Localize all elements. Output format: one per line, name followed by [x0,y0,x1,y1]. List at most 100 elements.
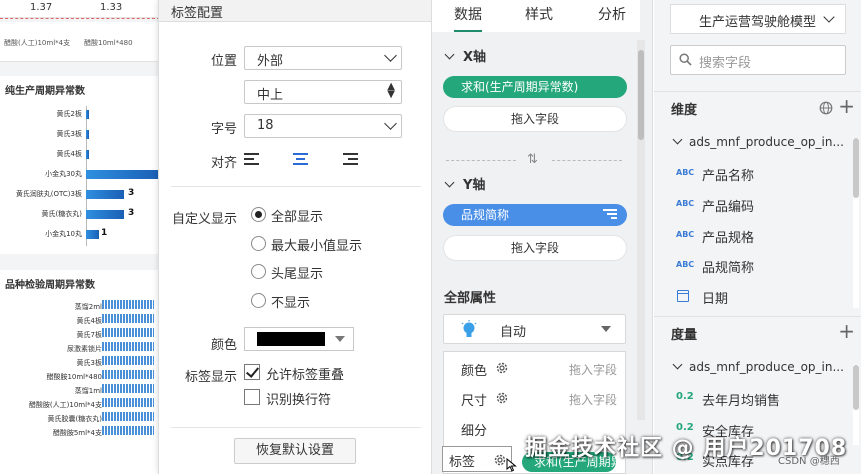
bar-category: 蒸馏1ml [74,387,102,395]
number-type-icon: 0.2 [676,391,694,402]
bar-row[interactable]: 小金丸30丸 [0,167,160,181]
radio-dot [251,264,266,279]
bar-row[interactable]: 黄氏3板 [0,127,160,141]
divider [446,160,516,161]
y-axis-field-pill[interactable]: 品规简称 [443,204,627,226]
gear-icon[interactable] [495,391,509,405]
x-axis-title: X轴 [463,50,487,65]
x-axis-drop-zone[interactable]: 拖入字段 [443,106,627,132]
bar-row[interactable]: 黄氏2板 [0,107,160,121]
bar-category: 小金丸10丸 [45,230,82,238]
x-axis-section[interactable]: X轴 [444,46,486,65]
add-dimension-icon[interactable]: + [838,96,855,116]
bar-row[interactable]: 醋酸胺5ml*4支 [0,426,160,440]
color-picker[interactable] [244,327,354,351]
tab-analysis[interactable]: 分析 [598,4,626,24]
bar-row[interactable]: 黄氏胶囊(糖衣丸) [0,412,160,426]
legend-row: 醋酸(人工)10ml*4支 醋酸10ml*480 [0,22,160,62]
label-display-label: 标签显示 [184,370,237,385]
bar-category: 黄氏2板 [56,110,82,118]
gear-icon[interactable] [493,453,507,467]
align-left-icon[interactable] [244,151,260,167]
scrollbar-thumb[interactable] [638,50,644,140]
checkbox-box [244,389,260,405]
bar-row[interactable]: 醋酸胺(人工)10ml*4支 [0,398,160,412]
bar-row[interactable]: 尿激素锁片 [0,342,160,356]
reset-defaults-button[interactable]: 恢复默认设置 [234,438,356,464]
prop-drop-zone[interactable]: 拖入字段 [569,391,617,408]
model-select[interactable]: 生产运营驾驶舱模型 [670,4,846,34]
text-type-icon: ABC [676,260,695,269]
bar-category: 黄氏7板 [76,331,102,339]
divider [171,186,421,187]
dimension-field[interactable]: ABC 品规简称 [676,255,856,277]
bar-row[interactable]: 黄氏润肤丸(OTC)3板 3 [0,187,160,201]
sort-icon[interactable] [603,209,617,219]
measure-field[interactable]: 0.2 去年月均销售 [676,388,856,410]
text-type-icon: ABC [676,168,695,177]
radio-dot [251,236,266,251]
bar [102,384,154,393]
prop-label[interactable]: 标签 [442,446,512,472]
bar-row[interactable]: 黄氏4板 [0,147,160,161]
csdn-watermark: CSDN @穗西 [778,456,840,467]
align-right-icon[interactable] [343,151,359,167]
search-field-input[interactable]: 搜索字段 [670,45,846,75]
dimension-field[interactable]: 日期 [676,286,856,308]
scrollbar[interactable] [853,365,859,445]
sub-position-select[interactable]: 中上 ▲ ▼ [244,80,402,104]
prop-size[interactable]: 尺寸 拖入字段 [444,384,627,414]
bar [102,398,154,407]
dimension-table-node[interactable]: ads_mnf_produce_op_in... [672,134,844,149]
scrollbar[interactable] [637,40,645,420]
field-name: 产品编码 [702,200,755,215]
bar-row[interactable]: 小金丸10丸 1 [0,227,160,241]
dimension-field[interactable]: ABC 产品规格 [676,225,856,247]
tab-data[interactable]: 数据 [454,4,482,32]
globe-icon[interactable] [819,101,833,115]
prop-drop-zone[interactable]: 拖入字段 [569,361,617,378]
bar-row[interactable]: 蒸馏1ml [0,384,160,398]
y-axis-section[interactable]: Y轴 [444,174,485,193]
radio-dot [251,293,266,308]
position-select[interactable]: 外部 [244,46,402,70]
chart-inspection-anomalies[interactable]: 品种检验周期异常数 蒸馏2ml 黄氏4板 黄氏7板 尿激素锁片 黄氏3板 醋酸胺… [0,270,160,474]
field-name: 品规简称 [702,261,755,276]
position-label: 位置 [210,54,237,69]
table-name: ads_mnf_produce_op_in... [689,360,844,374]
bar-row[interactable]: 醋酸胺10ml*480 [0,370,160,384]
bar [86,230,99,239]
dimension-field[interactable]: ABC 产品名称 [676,163,856,185]
chart-production-anomalies[interactable]: 纯生产周期异常数 黄氏2板 黄氏3板 黄氏4板 小金丸30丸 黄氏润肤丸(OTC… [0,76,160,254]
mark-type-select[interactable]: 自动 [443,314,626,344]
scrollbar-thumb[interactable] [853,365,859,410]
bar [86,130,89,139]
tab-style[interactable]: 样式 [525,4,553,24]
search-icon [679,53,692,66]
bar-row[interactable]: 黄氏4板 [0,314,160,328]
bar [102,300,154,309]
all-properties-title: 全部属性 [444,291,497,306]
summary-row: 1.37 1.33 [0,0,160,19]
y-axis-drop-zone[interactable]: 拖入字段 [443,235,627,261]
font-size-select[interactable]: 18 [244,114,402,138]
bar-row[interactable]: 黄氏(糖衣丸) 3 [0,207,160,221]
gear-icon[interactable] [495,361,509,375]
align-center-icon[interactable] [293,151,309,167]
prop-color[interactable]: 颜色 拖入字段 [444,354,627,384]
scrollbar[interactable] [853,138,859,308]
bar [102,342,154,351]
field-list-panel: 生产运营驾驶舱模型 搜索字段 维度 + ads_mnf_produce_op_i… [654,0,861,474]
measure-table-node[interactable]: ads_mnf_produce_op_in... [672,359,844,374]
add-measure-icon[interactable]: + [838,321,855,341]
scrollbar-thumb[interactable] [853,138,859,198]
bar-row[interactable]: 蒸馏2ml [0,300,160,314]
bar-row[interactable]: 黄氏7板 [0,328,160,342]
swap-axes-icon[interactable]: ⇅ [527,152,538,167]
bar-row[interactable]: 黄氏3板 [0,356,160,370]
bar-category: 黄氏(糖衣丸) [41,210,82,218]
config-panel: 数据 样式 分析 X轴 求和(生产周期异常数) 拖入字段 ⇅ Y轴 品规简称 拖… [432,0,653,474]
x-axis-field-pill[interactable]: 求和(生产周期异常数) [443,76,627,98]
bar [86,170,160,179]
dimension-field[interactable]: ABC 产品编码 [676,194,856,216]
